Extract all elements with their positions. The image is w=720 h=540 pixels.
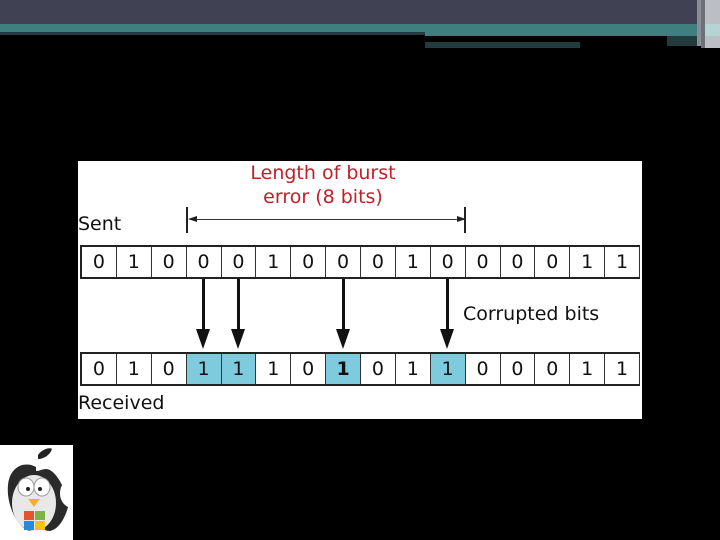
slide-header-bar	[0, 0, 720, 24]
sent-bit-cell: 0	[82, 247, 117, 277]
slide-divider-line	[425, 36, 667, 39]
burst-label-line2: error (8 bits)	[263, 186, 383, 208]
corruption-arrow-shaft	[202, 279, 206, 335]
received-bit-cell: 0	[82, 354, 117, 384]
received-bit-cell: 1	[221, 354, 257, 384]
slide-corner-decoration	[705, 24, 720, 36]
received-bit-cell: 1	[396, 354, 431, 384]
sent-bit-cell: 0	[187, 247, 222, 277]
corruption-arrow-shaft	[341, 279, 345, 335]
received-bit-cell: 1	[430, 354, 466, 384]
sent-bit-cell: 0	[501, 247, 536, 277]
span-arrow-right-icon	[457, 216, 466, 222]
span-arrow-left-icon	[188, 216, 197, 222]
slide-divider-line	[0, 32, 425, 35]
burst-span-line	[190, 219, 464, 220]
received-bit-cell: 0	[535, 354, 571, 384]
arrow-down-icon	[230, 329, 245, 349]
sent-bit-cell: 0	[431, 247, 466, 277]
corruption-arrow-shaft	[236, 279, 240, 335]
received-bit-cell: 1	[570, 354, 606, 384]
logo	[0, 445, 73, 540]
burst-error-diagram: Length of burst error (8 bits) Sent 0100…	[78, 161, 642, 419]
slide-divider-line	[425, 42, 580, 48]
sent-bit-cell: 0	[361, 247, 396, 277]
burst-label-line1: Length of burst	[250, 162, 396, 184]
sent-bit-cell: 1	[570, 247, 606, 277]
received-bits-row: 0101110101100011	[80, 352, 640, 386]
sent-bit-cell: 0	[535, 247, 571, 277]
corrupted-bits-label: Corrupted bits	[463, 303, 600, 325]
sent-label: Sent	[78, 213, 122, 235]
sent-bit-cell: 0	[291, 247, 327, 277]
received-bit-cell: 0	[466, 354, 501, 384]
apple-penguin-windows-logo-icon	[7, 448, 68, 531]
received-bit-cell: 0	[152, 354, 187, 384]
received-bit-cell: 0	[501, 354, 536, 384]
received-label: Received	[78, 392, 165, 414]
sent-bits-row: 0100010001000011	[80, 245, 640, 279]
received-bit-cell: 1	[256, 354, 292, 384]
received-bit-cell: 0	[361, 354, 396, 384]
arrow-down-icon	[440, 329, 455, 349]
received-bit-cell: 1	[326, 354, 361, 384]
burst-length-label: Length of burst error (8 bits)	[228, 161, 418, 209]
received-bit-cell: 1	[186, 354, 222, 384]
sent-bit-cell: 0	[152, 247, 187, 277]
arrow-down-icon	[335, 329, 350, 349]
slide-accent-band	[0, 24, 720, 32]
sent-bit-cell: 1	[117, 247, 152, 277]
arrow-down-icon	[196, 329, 211, 349]
sent-bit-cell: 0	[222, 247, 257, 277]
received-bit-cell: 1	[605, 354, 640, 384]
sent-bit-cell: 0	[466, 247, 501, 277]
sent-bit-cell: 1	[396, 247, 431, 277]
sent-bit-cell: 1	[605, 247, 640, 277]
received-bit-cell: 1	[117, 354, 152, 384]
sent-bit-cell: 0	[326, 247, 361, 277]
received-bit-cell: 0	[291, 354, 327, 384]
sent-bit-cell: 1	[256, 247, 292, 277]
corruption-arrow-shaft	[446, 279, 450, 335]
